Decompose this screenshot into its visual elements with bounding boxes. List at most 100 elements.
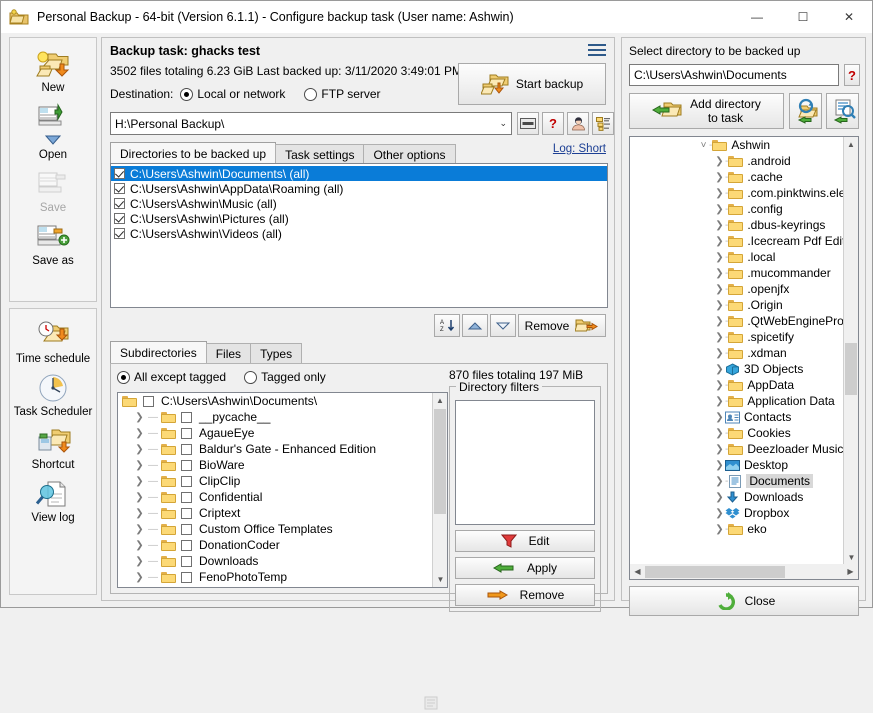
tree-item[interactable]: ❯ — __pycache__ [118,409,447,425]
tree-item[interactable]: ❯ Contacts [630,409,845,425]
drive-select-button[interactable] [517,112,539,135]
radio-tagged-only[interactable]: Tagged only [244,370,326,384]
scroll-down-icon[interactable]: ▼ [844,550,858,565]
expander-icon[interactable]: ❯ [714,332,725,343]
tab-directories[interactable]: Directories to be backed up [110,142,277,165]
tree-item[interactable]: ❯ — Criptext [118,505,447,521]
checkbox[interactable] [181,475,192,487]
expander-icon[interactable]: ❯ [714,380,725,391]
sidebar-item-save-as[interactable]: Save as [10,217,96,270]
expander-icon[interactable]: ❯ [714,236,725,247]
expander-icon[interactable]: ❯ [134,476,145,487]
sidebar-item-task-scheduler[interactable]: Task Scheduler [10,368,96,421]
tree-item[interactable]: ❯- .Icecream Pdf Editor [630,233,845,249]
tree-item[interactable]: ❯ - .android [630,153,845,169]
tree-item[interactable]: ❯ - .mucommander [630,265,845,281]
checkbox[interactable] [181,507,192,519]
list-item[interactable]: C:\Users\Ashwin\Videos (all) [111,226,607,241]
log-link[interactable]: Log: Short [553,143,606,155]
tab-files[interactable]: Files [205,343,252,364]
expander-icon[interactable]: ❯ [714,508,725,519]
tree-item[interactable]: ❯— Larian Studios [118,585,447,589]
user-account-button[interactable] [567,112,589,135]
expander-icon[interactable]: ❯ [134,492,145,503]
remove-directory-button[interactable]: Remove [518,314,606,337]
expander-icon[interactable]: ❯ [134,508,145,519]
refresh-directory-button[interactable] [789,93,822,129]
selected-directory-input[interactable]: C:\Users\Ashwin\Documents [629,64,839,86]
tree-item[interactable]: ❯ Dropbox [630,505,845,521]
expander-icon[interactable]: ❯ [714,188,725,199]
close-window-button[interactable]: ✕ [826,1,872,33]
checkbox[interactable] [114,168,125,179]
expander-icon[interactable]: ❯ [714,252,725,263]
tree-item[interactable]: ❯ — FenoPhotoTemp [118,569,447,585]
scroll-right-icon[interactable]: ▶ [843,567,858,576]
checkbox[interactable] [114,213,125,224]
expander-icon[interactable]: ❯ [714,460,725,471]
list-item[interactable]: C:\Users\Ashwin\Documents\ (all) [111,166,607,181]
tree-item[interactable]: ❯ — Custom Office Templates [118,521,447,537]
sort-list-button[interactable]: A Z [434,314,460,337]
tree-item[interactable]: ❯ — Baldur's Gate - Enhanced Edition [118,441,447,457]
directory-filters-list[interactable] [455,400,595,525]
expander-icon[interactable]: ❯ [134,540,145,551]
radio-ftp-indicator[interactable] [304,87,318,101]
checkbox[interactable] [181,571,192,583]
sidebar-item-time-schedule[interactable]: Time schedule [10,315,96,368]
scrollbar-thumb[interactable] [434,409,446,514]
expander-icon[interactable]: ❯ [714,316,725,327]
tree-item[interactable]: ❯ — DonationCoder [118,537,447,553]
tree-item[interactable]: ❯ - .local [630,249,845,265]
tree-item[interactable]: ❯ - Deezloader Music [630,441,845,457]
expander-icon[interactable]: ❯ [714,412,725,423]
list-item[interactable]: C:\Users\Ashwin\AppData\Roaming (all) [111,181,607,196]
tree-item[interactable]: ❯ — AgaueEye [118,425,447,441]
radio-local-indicator[interactable] [180,87,194,101]
checkbox[interactable] [181,459,192,471]
expander-icon[interactable]: ❯ [714,172,725,183]
expander-icon[interactable]: ❯ [714,524,725,535]
tree-item-documents[interactable]: ❯ - Documents [630,473,845,489]
checkbox[interactable] [143,395,154,407]
expander-icon[interactable]: ❯ [134,460,145,471]
expander-icon[interactable]: ❯ [714,396,725,407]
tree-item[interactable]: ❯ - Application Data [630,393,845,409]
expander-icon[interactable]: ❯ [134,412,145,423]
scrollbar-thumb[interactable] [645,565,785,578]
backup-directory-list[interactable]: C:\Users\Ashwin\Documents\ (all) C:\User… [110,163,608,308]
directory-tree-button[interactable] [592,112,614,135]
tree-item[interactable]: ❯ 3D Objects [630,361,845,377]
tree-item[interactable]: ❯ — Confidential [118,489,447,505]
tree-item[interactable]: ˅ - Ashwin [630,137,845,153]
tree-item[interactable]: ❯ - Cookies [630,425,845,441]
expander-icon[interactable]: ❯ [134,556,145,567]
tree-item[interactable]: ❯ — ClipClip [118,473,447,489]
expander-icon[interactable]: ❯ [714,284,725,295]
tree-root[interactable]: C:\Users\Ashwin\Documents\ [118,393,447,409]
checkbox[interactable] [114,198,125,209]
expander-icon[interactable]: ❯ [134,428,145,439]
expander-icon[interactable]: ❯ [714,364,725,375]
close-button[interactable]: Close [629,586,859,616]
tree-item[interactable]: ❯ - .openjfx [630,281,845,297]
tab-types[interactable]: Types [250,343,303,364]
edit-filter-button[interactable]: Edit [455,530,595,552]
expander-icon[interactable]: ❯ [714,268,725,279]
directory-browser-tree[interactable]: ˅ - Ashwin ❯ - .android ❯ - .cache ❯ - .… [629,136,859,580]
scrollbar-thumb[interactable] [845,343,857,395]
tree-item[interactable]: ❯ - .spicetify [630,329,845,345]
tree-item[interactable]: ❯ Downloads [630,489,845,505]
expander-icon[interactable]: ❯ [134,588,145,589]
expander-icon[interactable]: ❯ [714,492,725,503]
minimize-button[interactable]: — [734,1,780,33]
list-item[interactable]: C:\Users\Ashwin\Pictures (all) [111,211,607,226]
tree-item[interactable]: ❯ - .cache [630,169,845,185]
tree-item[interactable]: ❯ - .dbus-keyrings [630,217,845,233]
sidebar-item-new[interactable]: New [10,44,96,97]
tree-item[interactable]: ❯ - AppData [630,377,845,393]
radio-local-or-network[interactable]: Local or network [180,87,285,101]
sidebar-item-shortcut[interactable]: Shortcut [10,421,96,474]
tab-other-options[interactable]: Other options [363,144,456,165]
add-directory-button[interactable]: Add directory to task [629,93,784,129]
